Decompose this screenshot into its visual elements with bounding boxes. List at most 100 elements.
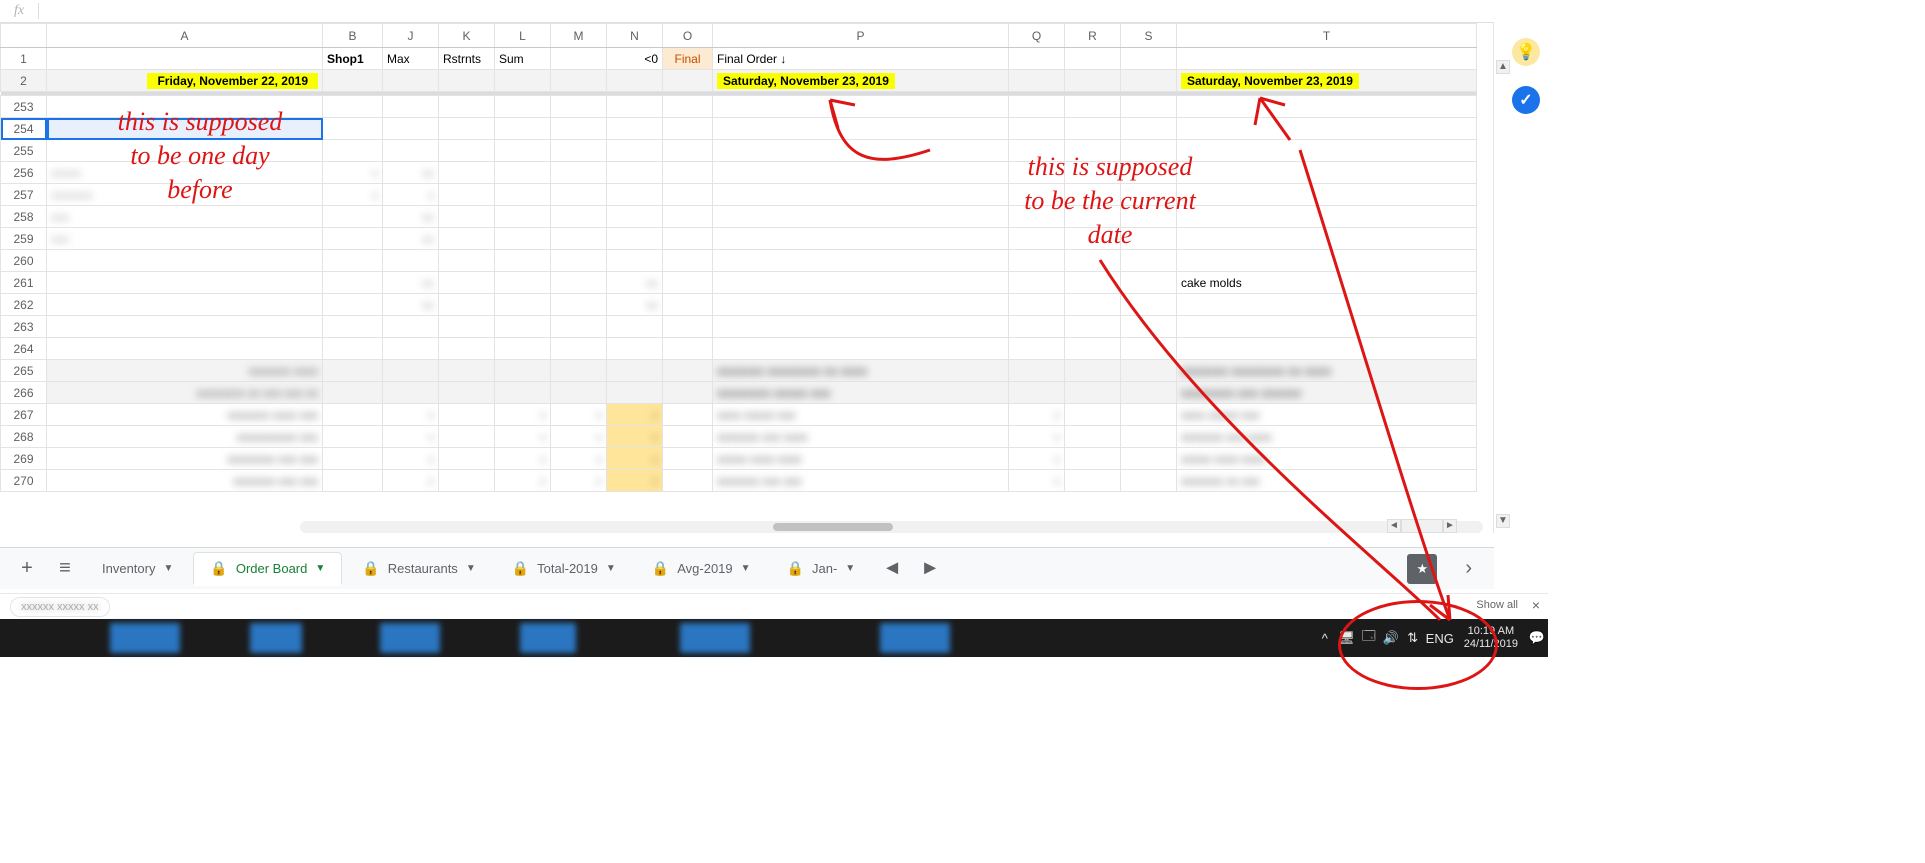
sheet-tab-avg-2019[interactable]: 🔒Avg-2019▼ — [636, 552, 767, 586]
formula-bar[interactable]: fx — [0, 0, 1494, 23]
row-header[interactable]: 2 — [1, 70, 47, 92]
cell-N1[interactable]: <0 — [607, 48, 663, 70]
row-269[interactable]: 269xxxxxxxx xxx xxxxxxxxxxxx xxxx xxxxxx… — [1, 448, 1477, 470]
download-chip[interactable]: xxxxxx xxxxx xx — [10, 597, 110, 617]
cell-M1[interactable] — [551, 48, 607, 70]
row-header[interactable]: 1 — [1, 48, 47, 70]
row-265[interactable]: 265xxxxxxx xxxxxxxxxxx xxxxxxxx xx xxxxx… — [1, 360, 1477, 382]
tray-clock[interactable]: 10:19 AM 24/11/2019 — [1456, 625, 1526, 651]
cell-T261[interactable]: cake molds — [1177, 272, 1477, 294]
sheet-tab-label: Avg-2019 — [677, 561, 732, 576]
system-tray[interactable]: ^ 🖥 🗔 🔊 ⇅ ENG 10:19 AM 24/11/2019 💬 — [1314, 619, 1548, 657]
taskbar-apps-blurred — [0, 619, 1340, 657]
sheet-tab-jan-[interactable]: 🔒Jan-▼ — [771, 552, 872, 586]
sheet-tab-restaurants[interactable]: 🔒Restaurants▼ — [346, 552, 491, 586]
downloads-close-icon[interactable]: × — [1532, 597, 1540, 613]
col-T[interactable]: T — [1177, 24, 1477, 48]
horizontal-scrollbar[interactable] — [300, 521, 1483, 533]
sheet-tab-label: Total-2019 — [537, 561, 598, 576]
status-check-icon[interactable]: ✓ — [1512, 86, 1540, 114]
sheet-tab-label: Jan- — [812, 561, 837, 576]
all-sheets-button[interactable]: ≡ — [48, 552, 82, 586]
spreadsheet-grid[interactable]: A B J K L M N O P Q R S T 1 Shop1 Max Rs… — [0, 23, 1494, 533]
downloads-show-all[interactable]: Show all — [1476, 599, 1518, 611]
cell-T2-date[interactable]: Saturday, November 23, 2019 — [1181, 73, 1359, 89]
h-scroll-left-icon[interactable]: ◄ — [1387, 519, 1401, 533]
cell-A1[interactable] — [47, 48, 323, 70]
sheet-h-scroll-mini[interactable]: ◄ ► — [1387, 519, 1457, 533]
tray-expand-icon[interactable]: ^ — [1314, 631, 1336, 646]
col-S[interactable]: S — [1121, 24, 1177, 48]
cell-P1[interactable]: Final Order ↓ — [713, 48, 1009, 70]
explore-button[interactable]: ★ — [1407, 554, 1437, 584]
caret-down-icon: ▼ — [163, 563, 173, 574]
cell-P2-date[interactable]: Saturday, November 23, 2019 — [717, 73, 895, 89]
col-J[interactable]: J — [383, 24, 439, 48]
col-O[interactable]: O — [663, 24, 713, 48]
row-267[interactable]: 267xxxxxxx xxxx xxxxxxxxxxx xxxxx xxxxxx… — [1, 404, 1477, 426]
tray-volume-icon[interactable]: 🔊 — [1380, 630, 1402, 646]
col-Q[interactable]: Q — [1009, 24, 1065, 48]
select-all-corner[interactable] — [1, 24, 47, 48]
windows-taskbar[interactable]: ^ 🖥 🗔 🔊 ⇅ ENG 10:19 AM 24/11/2019 💬 — [0, 619, 1548, 657]
v-scroll-up-icon[interactable]: ▲ — [1496, 60, 1510, 74]
col-K[interactable]: K — [439, 24, 495, 48]
col-R[interactable]: R — [1065, 24, 1121, 48]
cell-K1[interactable]: Rstrnts — [439, 48, 495, 70]
row-261[interactable]: 261xxxxcake molds — [1, 272, 1477, 294]
row-253[interactable]: 253 — [1, 96, 1477, 118]
cell-A2-date[interactable]: Friday, November 22, 2019 — [147, 73, 318, 89]
cell-B1[interactable]: Shop1 — [323, 48, 383, 70]
cell-J1[interactable]: Max — [383, 48, 439, 70]
row-262[interactable]: 262xxxx — [1, 294, 1477, 316]
h-scroll-thumb[interactable] — [773, 523, 893, 531]
row-258[interactable]: 258xxxxx — [1, 206, 1477, 228]
col-N[interactable]: N — [607, 24, 663, 48]
cell-S1[interactable] — [1121, 48, 1177, 70]
star-icon: ★ — [1417, 561, 1429, 577]
lock-icon: 🔒 — [512, 560, 529, 577]
row-2[interactable]: 2 Friday, November 22, 2019 Saturday, No… — [1, 70, 1477, 92]
column-header-row[interactable]: A B J K L M N O P Q R S T — [1, 24, 1477, 48]
sheet-tab-total-2019[interactable]: 🔒Total-2019▼ — [496, 552, 632, 586]
tabs-scroll-right[interactable]: ► — [913, 552, 947, 586]
row-263[interactable]: 263 — [1, 316, 1477, 338]
row-268[interactable]: 268xxxxxxxxxx xxxxxxxxxxxxxx xxx xxxxxxx… — [1, 426, 1477, 448]
cell-B2[interactable] — [323, 70, 383, 92]
sheet-tab-order-board[interactable]: 🔒Order Board▼ — [193, 552, 342, 586]
col-M[interactable]: M — [551, 24, 607, 48]
side-panel-toggle[interactable]: › — [1441, 557, 1484, 580]
tray-display-icon[interactable]: 🖥 — [1336, 630, 1358, 646]
col-B[interactable]: B — [323, 24, 383, 48]
vertical-scrollbar[interactable]: ▲ ▼ — [1496, 60, 1510, 530]
cell-Q1[interactable] — [1009, 48, 1065, 70]
explore-lightbulb-icon[interactable]: 💡 — [1512, 38, 1540, 66]
row-1[interactable]: 1 Shop1 Max Rstrnts Sum <0 Final Final O… — [1, 48, 1477, 70]
row-259[interactable]: 259xxxxx — [1, 228, 1477, 250]
tabs-scroll-left[interactable]: ◄ — [875, 552, 909, 586]
row-257[interactable]: 257xxxxxxxxx — [1, 184, 1477, 206]
tray-battery-icon[interactable]: 🗔 — [1358, 627, 1380, 649]
row-254[interactable]: 254 — [1, 118, 1477, 140]
row-255[interactable]: 255 — [1, 140, 1477, 162]
row-266[interactable]: 266xxxxxxxx xx xxx xxx xxxxxxxxxx xxxxx … — [1, 382, 1477, 404]
row-256[interactable]: 256xxxxxxxx — [1, 162, 1477, 184]
tray-notifications-icon[interactable]: 💬 — [1526, 630, 1548, 646]
tray-language[interactable]: ENG — [1424, 631, 1456, 646]
active-cell-A254[interactable] — [47, 118, 323, 140]
row-270[interactable]: 270xxxxxxx xxx xxxxxxxxxxxxxx xxx xxxxxx… — [1, 470, 1477, 492]
cell-R1[interactable] — [1065, 48, 1121, 70]
sheet-tab-inventory[interactable]: Inventory▼ — [86, 552, 189, 586]
v-scroll-down-icon[interactable]: ▼ — [1496, 514, 1510, 528]
add-sheet-button[interactable]: + — [10, 552, 44, 586]
row-260[interactable]: 260 — [1, 250, 1477, 272]
row-264[interactable]: 264 — [1, 338, 1477, 360]
col-A[interactable]: A — [47, 24, 323, 48]
h-scroll-right-icon[interactable]: ► — [1443, 519, 1457, 533]
col-P[interactable]: P — [713, 24, 1009, 48]
cell-L1[interactable]: Sum — [495, 48, 551, 70]
col-L[interactable]: L — [495, 24, 551, 48]
tray-network-icon[interactable]: ⇅ — [1402, 630, 1424, 646]
cell-O1[interactable]: Final — [663, 48, 713, 70]
cell-T1[interactable] — [1177, 48, 1477, 70]
